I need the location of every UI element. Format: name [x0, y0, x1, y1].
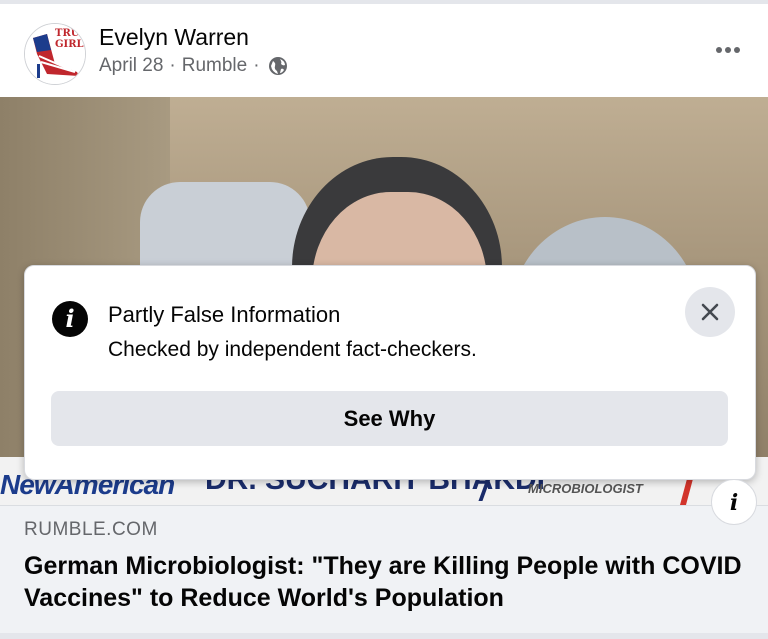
author-name[interactable]: Evelyn Warren — [99, 24, 249, 51]
more-dot — [725, 47, 731, 53]
fact-check-title: Partly False Information — [108, 302, 341, 327]
close-icon — [701, 303, 719, 321]
link-domain: RUMBLE.COM — [24, 519, 158, 540]
more-horizontal-icon — [716, 47, 722, 53]
link-preview[interactable]: RUMBLE.COM German Microbiologist: "They … — [0, 505, 768, 634]
media-info-button[interactable]: i — [711, 479, 757, 525]
see-why-button[interactable]: See Why — [51, 391, 728, 446]
avatar[interactable]: TRUMP GIRL — [24, 23, 86, 85]
meta-separator: · — [253, 55, 260, 76]
post-date[interactable]: April 28 — [99, 55, 163, 77]
fact-check-overlay: i Partly False Information Checked by in… — [24, 265, 756, 480]
more-options-button[interactable] — [710, 32, 746, 68]
post-source: Rumble — [181, 55, 248, 76]
fact-check-subtitle: Checked by independent fact-checkers. — [108, 338, 477, 361]
post-meta: April 28 · Rumble · — [99, 55, 288, 77]
lower-third-title: MICROBIOLOGIST — [528, 481, 643, 496]
globe-icon — [268, 57, 287, 75]
more-dot — [734, 47, 740, 53]
link-title[interactable]: German Microbiologist: "They are Killing… — [24, 550, 744, 614]
close-button[interactable] — [685, 287, 735, 337]
bottom-divider — [0, 633, 768, 639]
avatar-logo-text: TRUMP GIRL — [55, 28, 85, 50]
info-icon: i — [52, 301, 88, 337]
post-header: TRUMP GIRL Evelyn Warren April 28 · Rumb… — [0, 4, 768, 97]
meta-separator: · — [169, 55, 176, 76]
post-card: TRUMP GIRL Evelyn Warren April 28 · Rumb… — [0, 0, 768, 639]
